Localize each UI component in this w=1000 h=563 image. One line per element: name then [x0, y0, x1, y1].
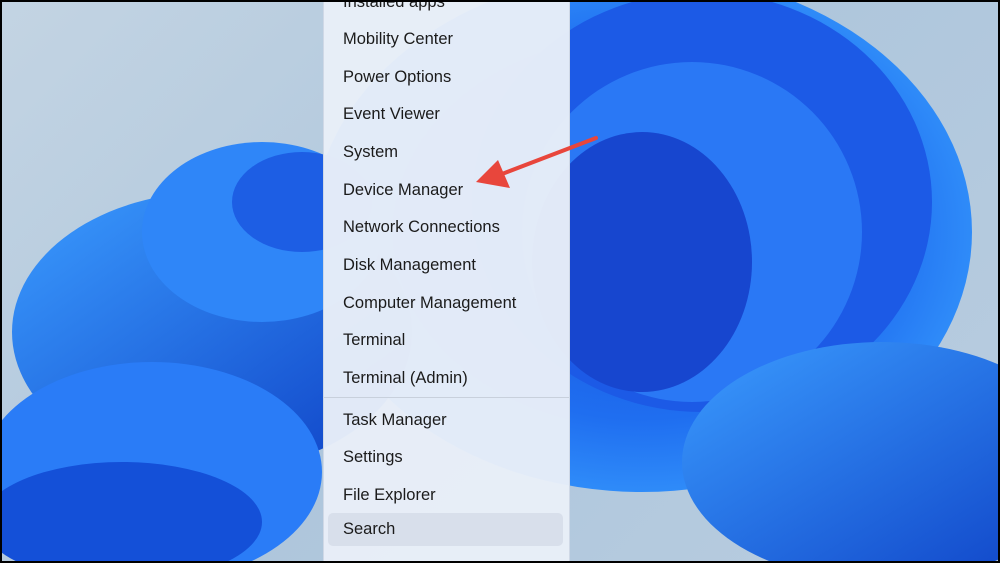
- menu-item-label: Settings: [343, 448, 403, 466]
- menu-item-label: Search: [343, 520, 396, 538]
- menu-item-power-options[interactable]: Power Options: [328, 61, 563, 94]
- menu-item-task-manager[interactable]: Task Manager: [328, 404, 563, 437]
- menu-item-search[interactable]: Search: [328, 513, 563, 546]
- menu-item-label: Event Viewer: [343, 105, 440, 123]
- menu-item-label: Computer Management: [343, 294, 517, 312]
- menu-item-disk-management[interactable]: Disk Management: [328, 249, 563, 282]
- menu-item-label: Device Manager: [343, 181, 464, 199]
- menu-item-label: Mobility Center: [343, 30, 454, 48]
- menu-item-file-explorer[interactable]: File Explorer: [328, 479, 563, 512]
- menu-item-label: Disk Management: [343, 256, 476, 274]
- menu-item-device-manager[interactable]: Device Manager: [328, 174, 563, 207]
- menu-item-label: Task Manager: [343, 411, 447, 429]
- quick-link-menu: Installed apps Mobility Center Power Opt…: [323, 2, 570, 561]
- menu-item-network-connections[interactable]: Network Connections: [328, 211, 563, 244]
- menu-item-terminal[interactable]: Terminal: [328, 324, 563, 357]
- menu-item-system[interactable]: System: [328, 136, 563, 169]
- menu-item-label: Power Options: [343, 68, 452, 86]
- menu-item-mobility-center[interactable]: Mobility Center: [328, 23, 563, 56]
- desktop: Installed apps Mobility Center Power Opt…: [2, 2, 998, 561]
- menu-item-label: Terminal (Admin): [343, 369, 468, 387]
- menu-item-label: Terminal: [343, 331, 406, 349]
- menu-item-label: File Explorer: [343, 486, 436, 504]
- menu-item-settings[interactable]: Settings: [328, 441, 563, 474]
- menu-item-label: System: [343, 143, 399, 161]
- menu-divider: [324, 397, 569, 398]
- menu-item-label: Network Connections: [343, 218, 500, 236]
- menu-item-event-viewer[interactable]: Event Viewer: [328, 98, 563, 131]
- menu-item-label: Installed apps: [343, 2, 445, 11]
- menu-item-terminal-admin[interactable]: Terminal (Admin): [328, 362, 563, 395]
- menu-item-installed-apps[interactable]: Installed apps: [328, 2, 563, 19]
- menu-item-computer-management[interactable]: Computer Management: [328, 287, 563, 320]
